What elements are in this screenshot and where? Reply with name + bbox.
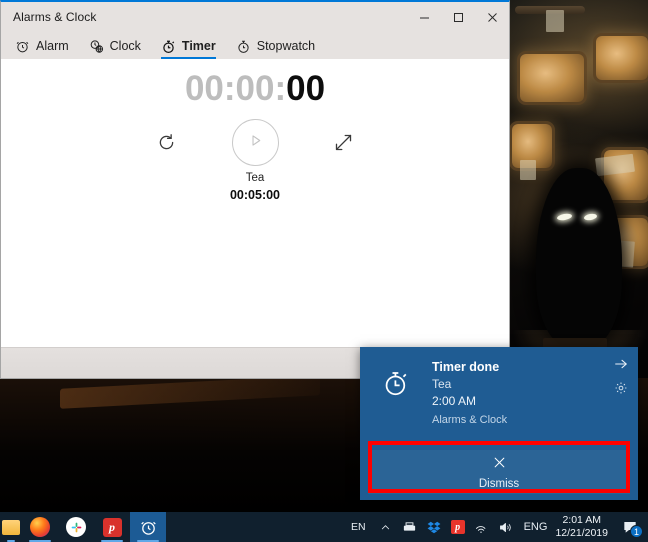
toast-title: Timer done <box>432 360 500 374</box>
start-timer-button[interactable] <box>231 119 279 166</box>
timer-label: Tea <box>245 172 265 184</box>
tab-bar: Alarm Clock Timer Stopwatch <box>1 32 509 59</box>
taskbar-item-firefox[interactable] <box>22 512 58 542</box>
window-title: Alarms & Clock <box>13 10 97 24</box>
toast-subtitle: Tea <box>432 376 452 391</box>
taskbar-clock[interactable]: 2:01 AM 12/21/2019 <box>553 514 616 541</box>
input-indicator[interactable]: EN <box>347 521 374 533</box>
system-tray: EN p ENG 2:01 AM 12/21/2019 1 <box>347 512 648 542</box>
timer-readout-active: 00 <box>286 69 326 108</box>
toast-actions <box>612 355 630 403</box>
wallpaper-detail <box>520 160 536 180</box>
wallpaper-tv <box>596 36 648 80</box>
timer-controls <box>1 119 509 166</box>
toast-text: Timer done Tea 2:00 AM Alarms & Clock <box>432 359 628 429</box>
taskbar-app-buttons: p <box>0 512 166 542</box>
dismiss-button[interactable]: Dismiss <box>368 450 630 494</box>
stopwatch-icon <box>382 369 410 397</box>
tab-alarm-label: Alarm <box>36 38 69 53</box>
maximize-button[interactable] <box>441 2 475 32</box>
timer-readout-inactive: 00:00: <box>184 69 287 108</box>
tab-alarm[interactable]: Alarm <box>9 33 83 59</box>
taskbar[interactable]: p EN p ENG 2:01 AM 12/21/2019 1 <box>0 512 648 542</box>
close-button[interactable] <box>475 2 509 32</box>
close-icon <box>492 455 507 475</box>
file-explorer-icon <box>2 519 20 535</box>
tab-timer-label: Timer <box>181 38 216 53</box>
gear-icon[interactable] <box>612 379 630 397</box>
wallpaper-detail <box>60 375 320 409</box>
alarms-and-clock-window[interactable]: Alarms & Clock Alarm Clock Timer Stopwat… <box>0 0 510 379</box>
taskbar-item-alarms-and-clock[interactable] <box>130 512 166 542</box>
arrow-right-icon[interactable] <box>612 355 630 373</box>
tab-clock-label: Clock <box>109 38 141 53</box>
pdf-app-icon: p <box>102 517 122 537</box>
timer-preset-value: 00:05:00 <box>229 188 281 202</box>
slack-icon <box>66 517 86 537</box>
timer-content: 00:00:00 Tea 00:05:00 <box>1 59 509 347</box>
minimize-button[interactable] <box>407 2 441 32</box>
toast-body[interactable]: Timer done Tea 2:00 AM Alarms & Clock <box>360 347 638 445</box>
world-clock-icon <box>89 39 104 54</box>
timer-readout: 00:00:00 <box>1 69 509 109</box>
alarm-clock-icon <box>15 39 30 54</box>
pdf-tray-icon[interactable]: p <box>446 512 470 542</box>
title-bar[interactable]: Alarms & Clock <box>1 2 509 32</box>
alarm-clock-icon <box>138 517 158 537</box>
toast-app-name: Alarms & Clock <box>432 413 508 426</box>
tab-stopwatch-label: Stopwatch <box>256 38 316 53</box>
wallpaper-tv <box>520 54 584 102</box>
action-center-icon[interactable]: 1 <box>616 512 644 542</box>
clock-time: 2:01 AM <box>562 513 601 526</box>
show-hidden-icons-icon[interactable] <box>374 512 398 542</box>
wallpaper-detail <box>546 10 564 32</box>
expand-icon[interactable] <box>331 130 357 156</box>
timer-icon <box>161 39 176 54</box>
taskbar-item-pdf-app[interactable]: p <box>94 512 130 542</box>
stopwatch-icon <box>236 39 251 54</box>
volume-icon[interactable] <box>494 512 518 542</box>
printer-icon[interactable] <box>398 512 422 542</box>
tab-clock[interactable]: Clock <box>83 33 155 59</box>
reset-icon[interactable] <box>154 130 180 156</box>
clock-date: 12/21/2019 <box>555 527 608 539</box>
notification-toast[interactable]: Timer done Tea 2:00 AM Alarms & Clock Di… <box>360 347 638 500</box>
taskbar-item-file-explorer[interactable] <box>0 512 22 542</box>
tab-stopwatch[interactable]: Stopwatch <box>230 33 329 59</box>
toast-time: 2:00 AM <box>432 394 477 409</box>
language-indicator[interactable]: ENG <box>518 521 554 533</box>
tab-timer[interactable]: Timer <box>155 33 230 59</box>
wallpaper-creature <box>536 168 622 348</box>
dropbox-icon[interactable] <box>422 512 446 542</box>
network-icon[interactable] <box>470 512 494 542</box>
dismiss-button-wrapper: Dismiss <box>368 450 630 494</box>
play-icon <box>247 132 264 154</box>
taskbar-item-slack[interactable] <box>58 512 94 542</box>
dismiss-label: Dismiss <box>478 477 520 490</box>
window-controls <box>407 2 509 32</box>
action-center-badge: 1 <box>630 525 643 538</box>
firefox-icon <box>30 517 50 537</box>
